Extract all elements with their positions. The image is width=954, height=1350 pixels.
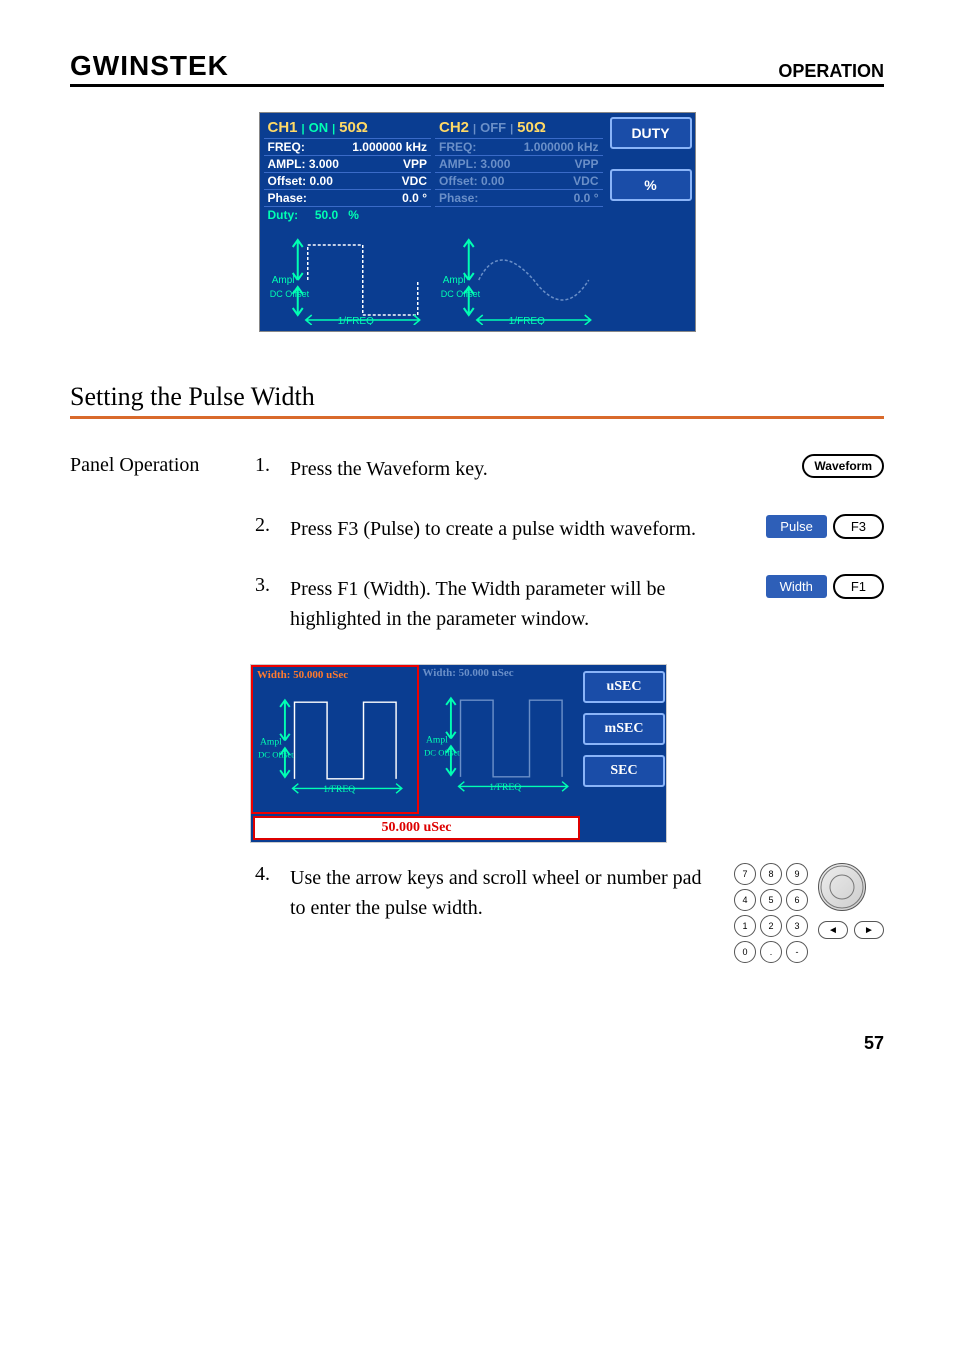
width-ch1-wave: Ampl DC Offset 1/FREQ	[253, 683, 417, 798]
ch2-waveform: Ampl DC Offset 1/FREQ	[437, 225, 601, 325]
waveform-key[interactable]: Waveform	[802, 454, 884, 478]
section-name: OPERATION	[778, 61, 884, 82]
ch1-state: ON	[309, 120, 329, 135]
panel-operation-label: Panel Operation	[70, 454, 230, 993]
svg-text:1/FREQ: 1/FREQ	[337, 316, 373, 325]
key-minus[interactable]: -	[786, 941, 808, 963]
key-4[interactable]: 4	[734, 889, 756, 911]
key-0[interactable]: 0	[734, 941, 756, 963]
softkey-pulse[interactable]: Pulse	[766, 515, 827, 538]
svg-text:1/FREQ: 1/FREQ	[509, 316, 545, 325]
ch2-state: OFF	[480, 120, 506, 135]
key-7[interactable]: 7	[734, 863, 756, 885]
svg-text:DC Offset: DC Offset	[441, 289, 481, 299]
softkey-msec[interactable]: mSEC	[583, 713, 665, 745]
ch1-imp: 50Ω	[339, 119, 368, 136]
ch2-imp: 50Ω	[517, 119, 546, 136]
key-6[interactable]: 6	[786, 889, 808, 911]
device-screen-width: Width: 50.000 uSec Ampl DC Offset 1/FREQ	[250, 664, 667, 843]
f1-key[interactable]: F1	[833, 574, 884, 599]
ch2-panel: CH2 | OFF | 50Ω FREQ:1.000000 kHz AMPL: …	[435, 117, 603, 327]
svg-text:DC Offset: DC Offset	[269, 289, 309, 299]
svg-text:1/FREQ: 1/FREQ	[489, 782, 521, 793]
number-pad[interactable]: 7 8 9 4 5 6 1 2 3 0 . -	[734, 863, 808, 963]
section-heading: Setting the Pulse Width	[70, 382, 884, 419]
step-4: 4. Use the arrow keys and scroll wheel o…	[250, 863, 884, 963]
softkey-percent[interactable]: %	[610, 169, 692, 201]
width-ch1: Width: 50.000 uSec Ampl DC Offset 1/FREQ	[251, 665, 419, 814]
step-1: 1. Press the Waveform key. Waveform	[250, 454, 884, 484]
svg-text:DC Offset: DC Offset	[424, 748, 460, 758]
device-screen-duty: CH1 | ON | 50Ω FREQ:1.000000 kHz AMPL: 3…	[259, 112, 696, 332]
width-ch2: Width: 50.000 uSec Ampl DC Offset 1/FREQ	[419, 665, 583, 810]
step-2: 2. Press F3 (Pulse) to create a pulse wi…	[250, 514, 884, 544]
svg-text:DC Offset: DC Offset	[258, 750, 294, 760]
svg-text:1/FREQ: 1/FREQ	[323, 784, 355, 795]
width-ch2-wave: Ampl DC Offset 1/FREQ	[419, 681, 583, 796]
ch2-title: CH2	[439, 119, 469, 136]
scroll-wheel[interactable]	[818, 863, 866, 911]
ch1-waveform: Ampl DC Offset 1/FREQ	[266, 225, 430, 325]
f3-key[interactable]: F3	[833, 514, 884, 539]
softkey-width[interactable]: Width	[766, 575, 827, 598]
key-1[interactable]: 1	[734, 915, 756, 937]
svg-text:Ampl: Ampl	[260, 736, 282, 747]
softkey-sec[interactable]: SEC	[583, 755, 665, 787]
key-dot[interactable]: .	[760, 941, 782, 963]
softkey-usec[interactable]: uSEC	[583, 671, 665, 703]
svg-text:Ampl: Ampl	[426, 734, 448, 745]
brand-logo: GWINSTEK	[70, 50, 229, 82]
key-8[interactable]: 8	[760, 863, 782, 885]
key-2[interactable]: 2	[760, 915, 782, 937]
page-number: 57	[70, 1033, 884, 1054]
ch1-panel: CH1 | ON | 50Ω FREQ:1.000000 kHz AMPL: 3…	[264, 117, 432, 327]
svg-text:Ampl: Ampl	[271, 275, 294, 286]
width-value: 50.000 uSec	[253, 816, 580, 840]
key-9[interactable]: 9	[786, 863, 808, 885]
ch1-title: CH1	[268, 119, 298, 136]
softkey-duty[interactable]: DUTY	[610, 117, 692, 149]
arrow-right-key[interactable]: ►	[854, 921, 884, 939]
svg-text:Ampl: Ampl	[443, 275, 466, 286]
step-3: 3. Press F1 (Width). The Width parameter…	[250, 574, 884, 634]
page-header: GWINSTEK OPERATION	[70, 50, 884, 87]
key-5[interactable]: 5	[760, 889, 782, 911]
key-3[interactable]: 3	[786, 915, 808, 937]
arrow-left-key[interactable]: ◄	[818, 921, 848, 939]
